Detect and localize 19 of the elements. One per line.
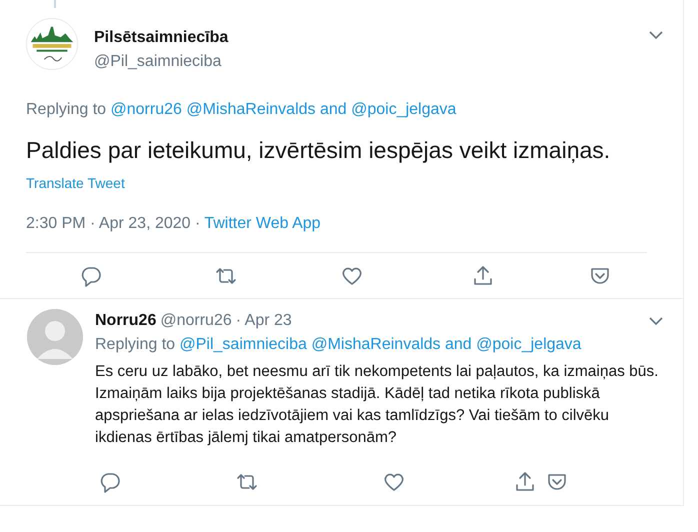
account-handle[interactable]: @Pil_saimnieciba: [94, 50, 631, 74]
tweet-text: Paldies par ieteikumu, izvērtēsim iespējas veikt izmaiņas.: [26, 136, 612, 165]
source-link[interactable]: Twitter Web App: [204, 212, 321, 236]
reply-icon[interactable]: [98, 470, 122, 494]
mention-link[interactable]: @Pil_saimnieciba: [180, 336, 307, 354]
mention-link[interactable]: @norru26: [110, 101, 182, 118]
city-skyline-logo: [26, 18, 78, 70]
tweet-text: Es ceru uz labāko, bet neesmu arī tik nekompetents lai paļautos, ka izmaiņas būs. Izmaiņām laiks bija projektēšanas stadijā. Kādēļ tad netika rīkota publiskā apspriešana ar ielas iedzīvotājiem vai kas tamlīdzīgs? Vai tiešām to cilvēku ikdienas ērtības jālemj tikai amatpersonām?: [95, 362, 660, 448]
translate-link[interactable]: Translate Tweet: [26, 175, 125, 192]
mention-link[interactable]: @MishaReinvalds and @poic_jelgava: [311, 336, 582, 354]
replying-to-text: Replying to @norru26 @MishaReinvalds and @poic_jelgava: [26, 100, 458, 120]
account-handle[interactable]: @norru26: [160, 309, 232, 334]
share-icon[interactable]: [471, 264, 495, 288]
account-name[interactable]: Pilsētsaimniecība: [94, 26, 631, 50]
account-name[interactable]: Norru26: [95, 309, 156, 334]
replying-to-text: Replying to @Pil_saimnieciba @MishaReinvalds and @poic_jelgava: [95, 335, 582, 356]
mention-link[interactable]: @MishaReinvalds and @poic_jelgava: [186, 101, 456, 118]
tweet-date[interactable]: · Apr 23: [236, 309, 292, 334]
tweet-timestamp: 2:30 PM · Apr 23, 2020 ·: [26, 214, 200, 234]
